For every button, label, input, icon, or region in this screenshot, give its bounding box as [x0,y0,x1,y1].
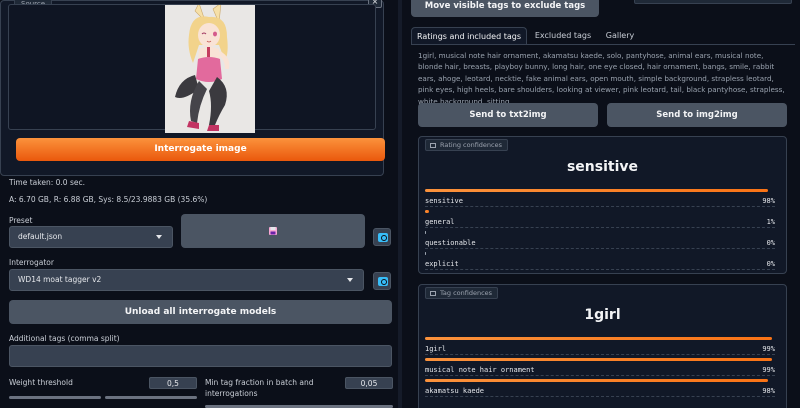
interrogator-label: Interrogator [9,258,54,267]
tag-confidences-panel: Tag confidences 1girl 1girl 99% musical no… [418,284,787,408]
send-to-txt2img-button[interactable]: Send to txt2img [418,103,598,127]
tag-value: 98% [762,387,775,395]
tag-bar [425,379,768,382]
rating-name: general [425,218,455,226]
rating-name: questionable [425,239,476,247]
weight-threshold-slider[interactable] [9,396,101,399]
save-preset-button[interactable] [181,214,365,248]
additional-tags-label: Additional tags (comma split) [9,334,120,343]
tag-row: akamatsu kaede 98% [425,379,775,399]
chart-icon [430,143,436,148]
included-tags-text: 1girl, musical note hair ornament, akama… [418,51,785,106]
tab-underline [411,44,795,45]
rating-value: 98% [762,197,775,205]
preset-label: Preset [9,216,33,225]
rating-top-label: sensitive [566,159,639,175]
additional-tags-input[interactable] [9,345,392,367]
rating-confidences-label: Rating confidences [425,139,508,151]
min-tag-fraction-input[interactable]: 0,05 [345,377,393,389]
interrogator-value: WD14 moat tagger v2 [18,275,102,284]
tag-row: musical note hair ornament 99% [425,358,775,378]
memory-usage-text: A: 6.70 GB, R: 6.88 GB, Sys: 8.5/23.9883… [9,195,208,204]
min-tag-fraction-label: Min tag fraction in batch and [205,378,314,387]
chart-icon [430,291,436,296]
rating-separator [425,227,775,228]
floppy-disk-icon [269,227,277,235]
rating-bar [425,189,768,192]
rating-value: 0% [766,239,775,247]
min-tag-fraction-label-2: interrogations [205,389,258,398]
image-dropzone[interactable] [8,4,376,133]
refresh-icon [378,277,388,286]
weight-threshold-label: Weight threshold [9,378,73,387]
rating-row: questionable 0% [425,231,775,251]
tab-gallery[interactable]: Gallery [600,27,640,45]
rating-name: explicit [425,260,459,268]
tag-confidences-label: Tag confidences [425,287,499,299]
tag-bar [425,358,772,361]
tag-name: musical note hair ornament [425,366,535,374]
rating-bar [425,231,426,234]
chevron-down-icon [347,278,353,282]
refresh-icon [378,233,388,242]
source-image [165,5,255,133]
tag-name: 1girl [425,345,447,353]
tag-bar [425,337,772,340]
tag-value: 99% [762,345,775,353]
refresh-interrogator-button[interactable] [373,272,391,290]
tag-top-label: 1girl [584,307,621,323]
rating-confidences-panel: Rating confidences sensitive sensitive 98… [418,136,787,274]
rating-bar [425,210,429,213]
rating-value: 1% [766,218,775,226]
tag-separator [425,354,775,355]
rating-separator [425,248,775,249]
rating-value: 0% [766,260,775,268]
chevron-down-icon [156,235,162,239]
rating-row: sensitive 98% [425,189,775,209]
rating-separator [425,269,775,270]
refresh-preset-button[interactable] [373,228,391,246]
top-input-strip[interactable] [634,0,792,4]
rating-row: general 1% [425,210,775,230]
tag-row: 1girl 99% [425,337,775,357]
interrogate-image-button[interactable]: Interrogate image [16,138,385,161]
rating-separator [425,206,775,207]
weight-threshold-slider-end[interactable] [105,396,197,399]
time-taken-text: Time taken: 0.0 sec. [9,178,85,187]
preset-value: default.json [18,232,63,241]
tag-separator [425,375,775,376]
preset-dropdown[interactable]: default.json [9,226,173,248]
rating-name: sensitive [425,197,463,205]
rating-row: explicit 0% [425,252,775,272]
tag-name: akamatsu kaede [425,387,485,395]
right-column: Move visible tags to exclude tags Rating… [402,0,800,408]
unload-models-button[interactable]: Unload all interrogate models [9,300,392,324]
tag-value: 99% [762,366,775,374]
tab-ratings-included[interactable]: Ratings and included tags [411,27,527,45]
left-column: Source × [0,0,398,408]
send-to-img2img-button[interactable]: Send to img2img [607,103,787,127]
move-tags-to-exclude-button[interactable]: Move visible tags to exclude tags [411,0,599,17]
tab-excluded-tags[interactable]: Excluded tags [530,27,596,45]
rating-bar [425,252,426,255]
interrogator-dropdown[interactable]: WD14 moat tagger v2 [9,269,364,291]
weight-threshold-input[interactable]: 0,5 [149,377,197,389]
tag-separator [425,396,775,397]
